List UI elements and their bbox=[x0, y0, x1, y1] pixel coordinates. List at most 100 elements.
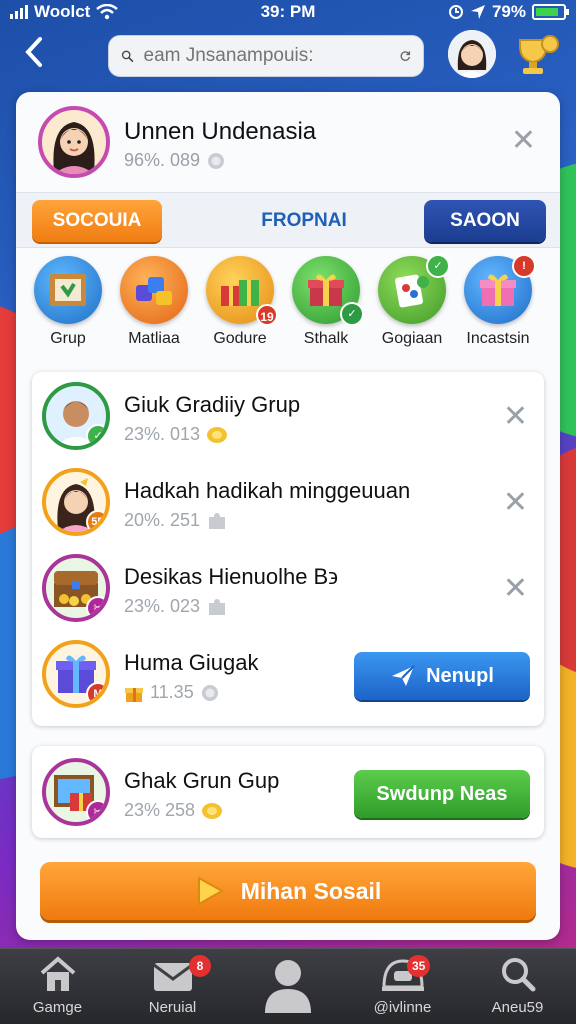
user-avatar[interactable] bbox=[448, 30, 496, 78]
category-godure[interactable]: 19 Godure bbox=[200, 256, 280, 348]
list-item-title: Huma Giugak bbox=[124, 650, 259, 675]
link-badge-icon: ✂ bbox=[86, 800, 106, 822]
close-icon[interactable]: ✕ bbox=[511, 126, 536, 156]
category-label: Gogiaan bbox=[381, 330, 443, 347]
category-sthalk-icon-wrap: ✓ bbox=[292, 256, 364, 326]
battery-percent: 79% bbox=[491, 2, 526, 21]
category-label: Incastsin bbox=[466, 330, 530, 347]
close-icon[interactable]: ✕ bbox=[503, 488, 528, 518]
list-avatar: M bbox=[42, 640, 110, 708]
search-bar[interactable] bbox=[108, 35, 424, 77]
tab-saoon[interactable]: SAOON bbox=[424, 200, 546, 242]
coin-icon bbox=[207, 426, 228, 443]
chevron-left-icon bbox=[25, 37, 42, 67]
trophy-icon bbox=[519, 35, 559, 74]
category-sthalk[interactable]: ✓ Sthalk bbox=[286, 256, 366, 348]
back-button[interactable] bbox=[16, 36, 52, 76]
category-godure-icon-wrap: 19 bbox=[206, 256, 278, 326]
nav-label: Aneu59 bbox=[491, 999, 544, 1016]
check-badge-icon: ✓ bbox=[340, 302, 364, 326]
clock: 39: PM bbox=[260, 2, 316, 21]
group-card-stat: 23% 258 bbox=[124, 800, 196, 820]
play-icon bbox=[197, 876, 224, 906]
alarm-icon bbox=[448, 5, 463, 19]
profile-stats: 96%. 089 bbox=[124, 150, 226, 171]
battery-icon bbox=[532, 4, 569, 20]
list-item-title: Desikas Hienuolhe B϶ bbox=[124, 564, 338, 589]
list-item-stat: 20%. 251 bbox=[124, 510, 201, 530]
category-label: Grup bbox=[50, 330, 86, 347]
puzzle-icon bbox=[209, 512, 226, 529]
list-item[interactable]: ✂ Desikas Hienuolhe B϶ 23%. 023 ✕ bbox=[32, 544, 544, 630]
check-badge-icon: ✓ bbox=[86, 424, 106, 446]
profile-icon bbox=[264, 960, 311, 1013]
profile-avatar[interactable] bbox=[38, 106, 110, 178]
list-item[interactable]: 5E Hadkah hadikah minggeuuan 20%. 251 ✕ bbox=[32, 458, 544, 544]
nav-item-neruial[interactable]: 8 Neruial bbox=[115, 949, 230, 1024]
home-icon bbox=[40, 956, 75, 991]
top-bar bbox=[0, 30, 576, 82]
category-label: Sthalk bbox=[303, 330, 349, 347]
list-avatar: ✂ bbox=[42, 554, 110, 622]
present-icon bbox=[480, 274, 516, 306]
nav-label: @ivlinne bbox=[373, 999, 432, 1016]
level-badge: 5E bbox=[86, 510, 106, 532]
cards-icon bbox=[395, 274, 429, 308]
nenupl-button[interactable]: Nenupl bbox=[354, 652, 530, 700]
nav-item-ivlinne[interactable]: 35 @ivlinne bbox=[345, 949, 460, 1024]
category-incastsin[interactable]: ! Incastsin bbox=[458, 254, 538, 348]
nav-item-aneu59[interactable]: Aneu59 bbox=[460, 949, 575, 1024]
cta-label: Mihan Sosail bbox=[240, 877, 382, 904]
list-item-meta: 11.35 bbox=[124, 682, 220, 703]
girl-avatar-icon bbox=[53, 122, 95, 174]
nenupl-button-label: Nenupl bbox=[426, 665, 494, 687]
category-grup[interactable]: Grup bbox=[28, 256, 108, 348]
group-card-title: Ghak Grun Gup bbox=[124, 768, 280, 793]
profile-name: Unnen Undenasia bbox=[124, 118, 317, 145]
list-item-meta: 23%. 013 bbox=[124, 424, 228, 445]
group-card[interactable]: ✂ Ghak Grun Gup 23% 258 Swdunp Neas bbox=[32, 746, 544, 838]
alert-badge-icon: ! bbox=[512, 254, 536, 278]
category-badge: 19 bbox=[256, 304, 278, 326]
notification-badge: 8 bbox=[189, 955, 211, 977]
blocks-icon bbox=[136, 277, 172, 305]
nav-item-profile[interactable] bbox=[230, 949, 345, 1024]
category-matliaa[interactable]: Matliaa bbox=[114, 256, 194, 348]
category-row: Grup Matliaa 19 Godure ✓ Sthalk ✓ Gogiaa… bbox=[26, 254, 556, 352]
close-icon[interactable]: ✕ bbox=[503, 574, 528, 604]
search-input[interactable] bbox=[143, 45, 389, 67]
list-item-meta: 20%. 251 bbox=[124, 510, 228, 531]
nav-label: Gamge bbox=[32, 999, 83, 1016]
profile-header: Unnen Undenasia 96%. 089 ✕ bbox=[38, 106, 538, 186]
status-bar: Woolct 39: PM 79% bbox=[0, 0, 576, 26]
list-item-title: Giuk Gradiiy Grup bbox=[124, 392, 301, 417]
coin-icon bbox=[202, 802, 223, 819]
nav-item-gamge[interactable]: Gamge bbox=[0, 949, 115, 1024]
girl-avatar-icon bbox=[448, 30, 496, 78]
level-badge: M bbox=[86, 682, 106, 704]
friend-list: ✓ Giuk Gradiiy Grup 23%. 013 ✕ 5E Hadkah… bbox=[32, 372, 544, 726]
list-item-title: Hadkah hadikah minggeuuan bbox=[124, 478, 411, 503]
notification-badge: 35 bbox=[407, 955, 431, 977]
tab-fropnai[interactable]: FROPNAI bbox=[214, 200, 394, 242]
trophy-button[interactable] bbox=[512, 34, 560, 78]
list-avatar: ✓ bbox=[42, 382, 110, 450]
category-gogiaan[interactable]: ✓ Gogiaan bbox=[372, 254, 452, 348]
nav-label: Neruial bbox=[148, 999, 197, 1016]
gift-boxes-icon bbox=[221, 280, 259, 306]
swdunp-neas-button[interactable]: Swdunp Neas bbox=[354, 770, 530, 818]
group-card-meta: 23% 258 bbox=[124, 800, 223, 821]
main-panel: Unnen Undenasia 96%. 089 ✕ SOCOUIA FROPN… bbox=[16, 92, 560, 940]
list-item[interactable]: M Huma Giugak 11.35 Nenupl bbox=[32, 630, 544, 716]
refresh-icon[interactable] bbox=[399, 44, 412, 68]
category-label: Godure bbox=[213, 330, 267, 347]
tab-socouia[interactable]: SOCOUIA bbox=[32, 200, 162, 242]
tab-strip: SOCOUIA FROPNAI SAOON bbox=[16, 192, 560, 248]
mihan-sosail-button[interactable]: Mihan Sosail bbox=[40, 862, 536, 920]
mail-icon bbox=[152, 963, 193, 991]
list-item[interactable]: ✓ Giuk Gradiiy Grup 23%. 013 ✕ bbox=[32, 372, 544, 458]
coin-icon bbox=[201, 684, 218, 701]
list-avatar: 5E bbox=[42, 468, 110, 536]
close-icon[interactable]: ✕ bbox=[503, 402, 528, 432]
send-icon bbox=[392, 665, 415, 686]
